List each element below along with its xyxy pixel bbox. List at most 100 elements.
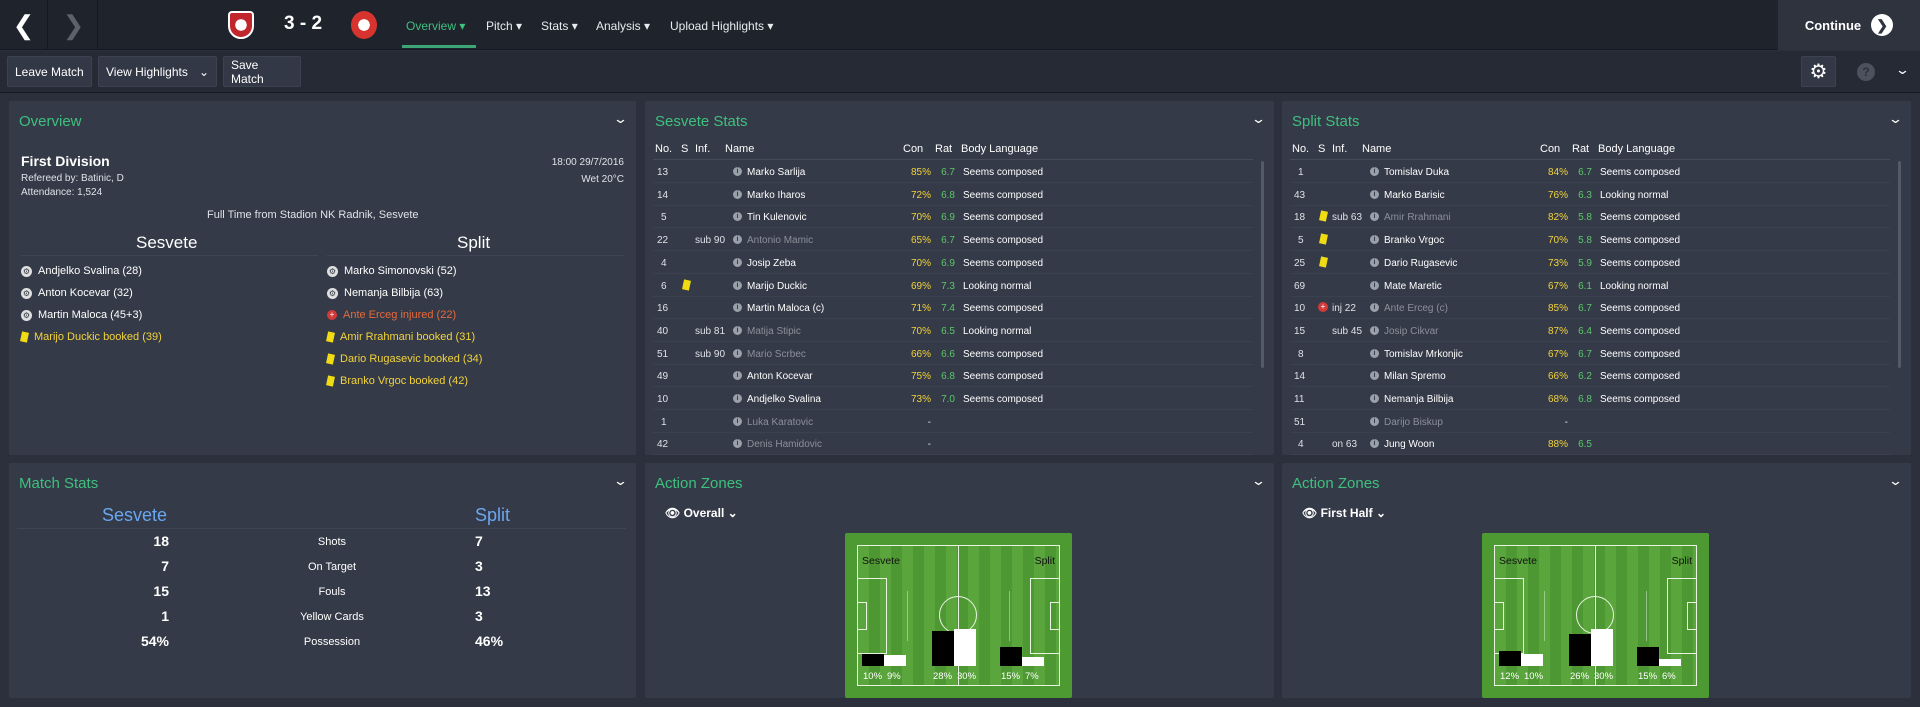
table-row[interactable]: 42 i Denis Hamidovic -	[653, 433, 1253, 455]
info-icon[interactable]: i	[1370, 167, 1379, 176]
column-header-name[interactable]: Name	[1362, 143, 1391, 155]
table-row[interactable]: 4 i Josip Zeba 70% 6.9 Seems composed	[653, 252, 1253, 274]
table-row[interactable]: 40 sub 81 i Matija Stipic 70% 6.5 Looking norm…	[653, 320, 1253, 342]
player-name[interactable]: Tomislav Mrkonjic	[1384, 349, 1463, 360]
table-row[interactable]: 69 i Mate Maretic 67% 6.1 Looking normal	[1290, 275, 1890, 297]
info-icon[interactable]: i	[1370, 280, 1379, 290]
chevron-down-icon[interactable]: ⌄	[1895, 62, 1910, 78]
table-row[interactable]: 16 i Martin Maloca (c) 71% 7.4 Seems composed	[653, 297, 1253, 320]
table-row[interactable]: 13 i Marko Sarlija 85% 6.7 Seems composed	[653, 161, 1253, 183]
info-icon[interactable]: i	[1370, 439, 1379, 449]
player-name[interactable]: Nemanja Bilbija	[1384, 394, 1453, 405]
table-row[interactable]: 51 i Darijo Biskup -	[1290, 411, 1890, 433]
table-row[interactable]: 43 i Marko Barisic 76% 6.3 Looking normal	[1290, 184, 1890, 206]
column-header-body[interactable]: Body Language	[1598, 143, 1675, 155]
info-icon[interactable]: i	[733, 325, 742, 335]
table-row[interactable]: 25 i Dario Rugasevic 73% 5.9 Seems composed	[1290, 252, 1890, 274]
info-icon[interactable]: i	[733, 257, 742, 267]
menu-overview[interactable]: Overview ▾	[406, 19, 465, 33]
player-name[interactable]: Branko Vrgoc	[1384, 235, 1444, 246]
column-header-name[interactable]: Name	[725, 143, 754, 155]
info-icon[interactable]: i	[733, 189, 742, 199]
table-row[interactable]: 8 i Tomislav Mrkonjic 67% 6.7 Seems composed	[1290, 343, 1890, 365]
column-header-con[interactable]: Con	[1540, 143, 1560, 155]
table-row[interactable]: 18 sub 63 i Amir Rrahmani 82% 5.8 Seems compos…	[1290, 206, 1890, 229]
info-icon[interactable]: i	[733, 167, 742, 176]
table-row[interactable]: 5 i Tin Kulenovic 70% 6.9 Seems composed	[653, 206, 1253, 229]
player-name[interactable]: Luka Karatovic	[747, 417, 813, 428]
collapse-chevron-icon[interactable]: ⌄	[1251, 473, 1266, 489]
save-match-button[interactable]: Save Match	[223, 56, 301, 87]
continue-button[interactable]: Continue ❯	[1778, 0, 1920, 50]
leave-match-button[interactable]: Leave Match	[7, 56, 92, 87]
player-name[interactable]: Mario Scrbec	[747, 349, 806, 360]
info-icon[interactable]: i	[733, 416, 742, 426]
player-name[interactable]: Martin Maloca (c)	[747, 303, 824, 314]
table-row[interactable]: 14 i Milan Spremo 66% 6.2 Seems composed	[1290, 365, 1890, 388]
settings-gear-icon[interactable]: ⚙	[1801, 56, 1836, 87]
menu-pitch[interactable]: Pitch ▾	[486, 19, 522, 33]
column-header-inf[interactable]: Inf.	[695, 143, 710, 155]
player-name[interactable]: Tomislav Duka	[1384, 167, 1449, 178]
table-row[interactable]: 11 i Nemanja Bilbija 68% 6.8 Seems composed	[1290, 388, 1890, 410]
zone-filter-dropdown[interactable]: 👁 Overall ⌄	[665, 506, 738, 520]
info-icon[interactable]: i	[1370, 303, 1379, 313]
player-name[interactable]: Amir Rrahmani	[1384, 212, 1451, 223]
column-header-s[interactable]: S	[1318, 143, 1325, 155]
player-name[interactable]: Mate Maretic	[1384, 281, 1442, 292]
player-name[interactable]: Josip Zeba	[747, 258, 796, 269]
table-row[interactable]: 22 sub 90 i Antonio Mamic 65% 6.7 Seems compos…	[653, 229, 1253, 252]
player-name[interactable]: Dario Rugasevic	[1384, 258, 1457, 269]
info-icon[interactable]: i	[1370, 189, 1379, 199]
table-row[interactable]: 10 i Andjelko Svalina 73% 7.0 Seems composed	[653, 388, 1253, 410]
player-name[interactable]: Marko Iharos	[747, 190, 805, 201]
player-name[interactable]: Denis Hamidovic	[747, 439, 822, 450]
collapse-chevron-icon[interactable]: ⌄	[613, 111, 628, 127]
info-icon[interactable]: i	[1370, 394, 1379, 403]
table-row[interactable]: 6 i Marijo Duckic 69% 7.3 Looking normal	[653, 275, 1253, 297]
player-name[interactable]: Tin Kulenovic	[747, 212, 807, 223]
scrollbar[interactable]	[1898, 161, 1901, 368]
menu-stats[interactable]: Stats ▾	[541, 19, 578, 33]
collapse-chevron-icon[interactable]: ⌄	[613, 473, 628, 489]
column-header-body[interactable]: Body Language	[961, 143, 1038, 155]
player-name[interactable]: Anton Kocevar	[747, 371, 813, 382]
table-row[interactable]: 1 i Luka Karatovic -	[653, 411, 1253, 433]
table-row[interactable]: 4 on 63 i Jung Woon 88% 6.5	[1290, 433, 1890, 455]
info-icon[interactable]: i	[733, 280, 742, 290]
info-icon[interactable]: i	[1370, 212, 1379, 222]
table-row[interactable]: 49 i Anton Kocevar 75% 6.8 Seems composed	[653, 365, 1253, 388]
table-row[interactable]: 10 + inj 22 i Ante Erceg (c) 85% 6.7 Seems comp…	[1290, 297, 1890, 320]
column-header-s[interactable]: S	[681, 143, 688, 155]
info-icon[interactable]: i	[733, 439, 742, 449]
table-row[interactable]: 5 i Branko Vrgoc 70% 5.8 Seems composed	[1290, 229, 1890, 252]
info-icon[interactable]: i	[733, 371, 742, 381]
collapse-chevron-icon[interactable]: ⌄	[1888, 473, 1903, 489]
info-icon[interactable]: i	[1370, 325, 1379, 335]
collapse-chevron-icon[interactable]: ⌄	[1888, 111, 1903, 127]
menu-upload-highlights[interactable]: Upload Highlights ▾	[670, 19, 773, 33]
info-icon[interactable]: i	[733, 235, 742, 245]
info-icon[interactable]: i	[1370, 257, 1379, 267]
info-icon[interactable]: i	[733, 394, 742, 403]
player-name[interactable]: Jung Woon	[1384, 439, 1434, 450]
player-name[interactable]: Marko Sarlija	[747, 167, 805, 178]
info-icon[interactable]: i	[733, 212, 742, 222]
info-icon[interactable]: i	[733, 348, 742, 358]
table-row[interactable]: 15 sub 45 i Josip Cikvar 87% 6.4 Seems compose…	[1290, 320, 1890, 342]
forward-button[interactable]: ❯	[50, 0, 98, 50]
column-header-inf[interactable]: Inf.	[1332, 143, 1347, 155]
menu-analysis[interactable]: Analysis ▾	[596, 19, 650, 33]
player-name[interactable]: Andjelko Svalina	[747, 394, 821, 405]
column-header-no[interactable]: No.	[655, 143, 672, 155]
column-header-no[interactable]: No.	[1292, 143, 1309, 155]
player-name[interactable]: Darijo Biskup	[1384, 417, 1443, 428]
column-header-rat[interactable]: Rat	[935, 143, 952, 155]
info-icon[interactable]: i	[1370, 416, 1379, 426]
view-highlights-dropdown[interactable]: View Highlights ⌄	[98, 56, 217, 87]
player-name[interactable]: Ante Erceg (c)	[1384, 303, 1448, 314]
scrollbar[interactable]	[1261, 161, 1264, 368]
column-header-rat[interactable]: Rat	[1572, 143, 1589, 155]
table-row[interactable]: 51 sub 90 i Mario Scrbec 66% 6.6 Seems compose…	[653, 343, 1253, 365]
player-name[interactable]: Antonio Mamic	[747, 235, 813, 246]
